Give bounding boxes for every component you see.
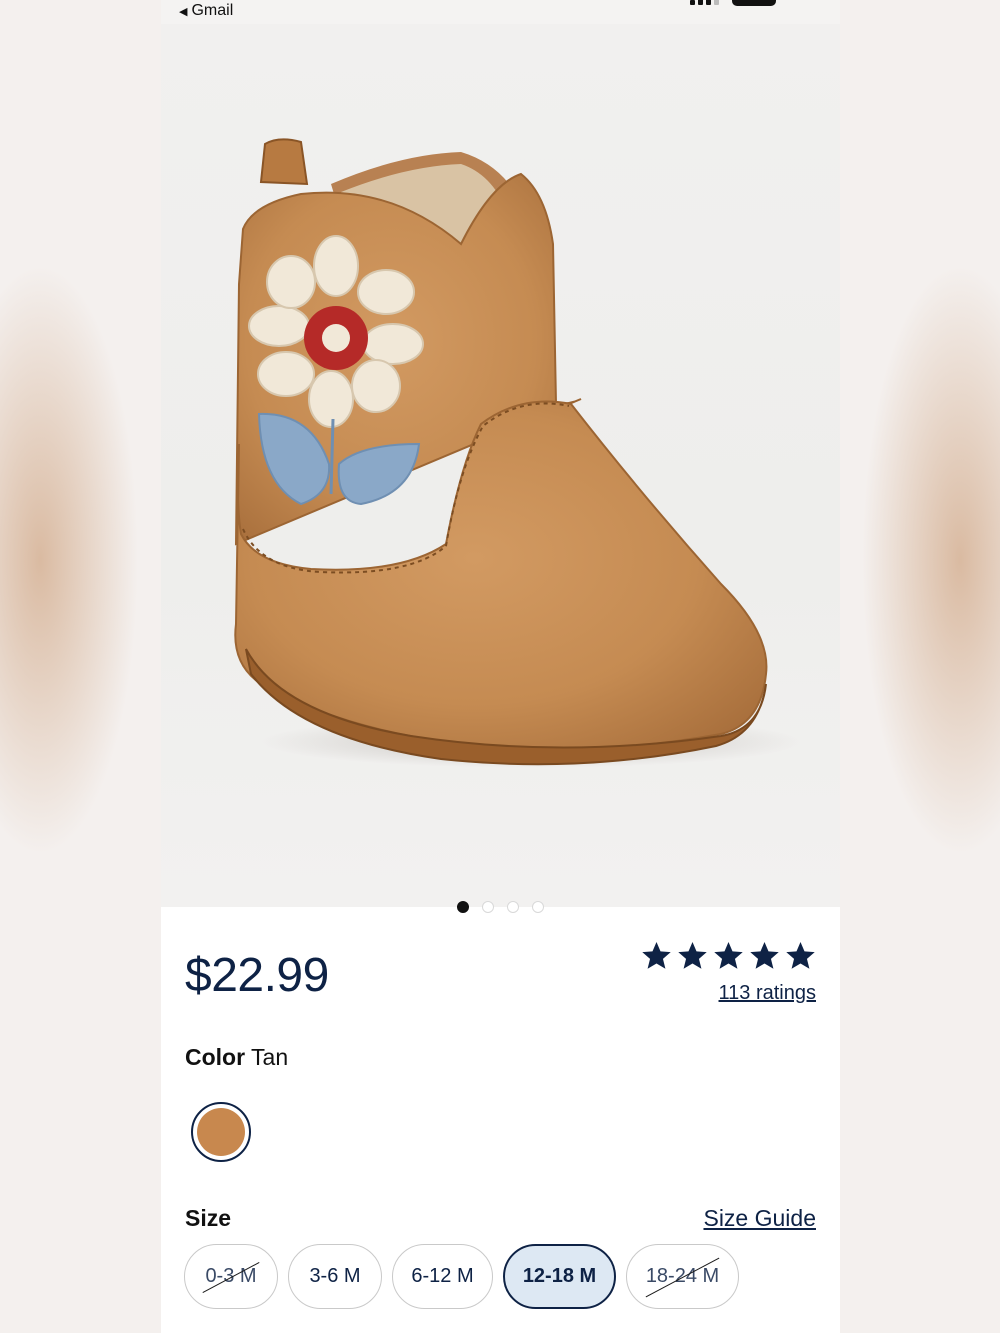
battery-icon	[732, 0, 776, 6]
star-icon	[714, 941, 743, 969]
back-to-gmail-link[interactable]: ◀ Gmail	[179, 2, 233, 20]
carousel-dot[interactable]	[482, 901, 494, 913]
star-icon	[750, 941, 779, 969]
size-option-18-24m[interactable]: 18-24 M	[626, 1244, 739, 1309]
star-rating[interactable]	[641, 940, 816, 971]
size-option-0-3m[interactable]: 0-3 M	[184, 1244, 278, 1309]
size-heading: Size	[185, 1205, 232, 1231]
back-arrow-icon: ◀	[179, 5, 188, 18]
color-swatch-tan[interactable]	[191, 1102, 251, 1162]
carousel-dot[interactable]	[532, 901, 544, 913]
size-guide-link[interactable]: Size Guide	[703, 1205, 816, 1232]
ratings-link[interactable]: 113 ratings	[719, 982, 816, 1005]
phone-screen: ◀ Gmail $22.99 113 ratings Color Tan Siz…	[161, 0, 840, 1333]
product-price: $22.99	[185, 949, 329, 1002]
carousel-dot[interactable]	[507, 901, 519, 913]
star-icon	[642, 941, 671, 969]
signal-icon	[690, 0, 724, 5]
swatch-fill	[197, 1108, 245, 1156]
product-image[interactable]	[161, 24, 840, 913]
color-value: Tan	[251, 1044, 289, 1070]
size-option-6-12m[interactable]: 6-12 M	[392, 1244, 493, 1309]
status-icons	[690, 0, 776, 6]
star-icon	[678, 941, 707, 969]
size-option-12-18m[interactable]: 12-18 M	[503, 1244, 616, 1309]
carousel-dot[interactable]	[457, 901, 469, 913]
back-label: Gmail	[191, 2, 234, 19]
color-heading: Color	[185, 1044, 246, 1070]
size-options: 0-3 M 3-6 M 6-12 M 12-18 M 18-24 M	[184, 1244, 739, 1309]
color-label: Color Tan	[185, 1044, 288, 1071]
star-icon	[786, 941, 815, 969]
boot-illustration	[234, 138, 801, 768]
status-bar: ◀ Gmail	[161, 0, 840, 24]
carousel-dots	[161, 901, 840, 913]
size-option-3-6m[interactable]: 3-6 M	[288, 1244, 382, 1309]
